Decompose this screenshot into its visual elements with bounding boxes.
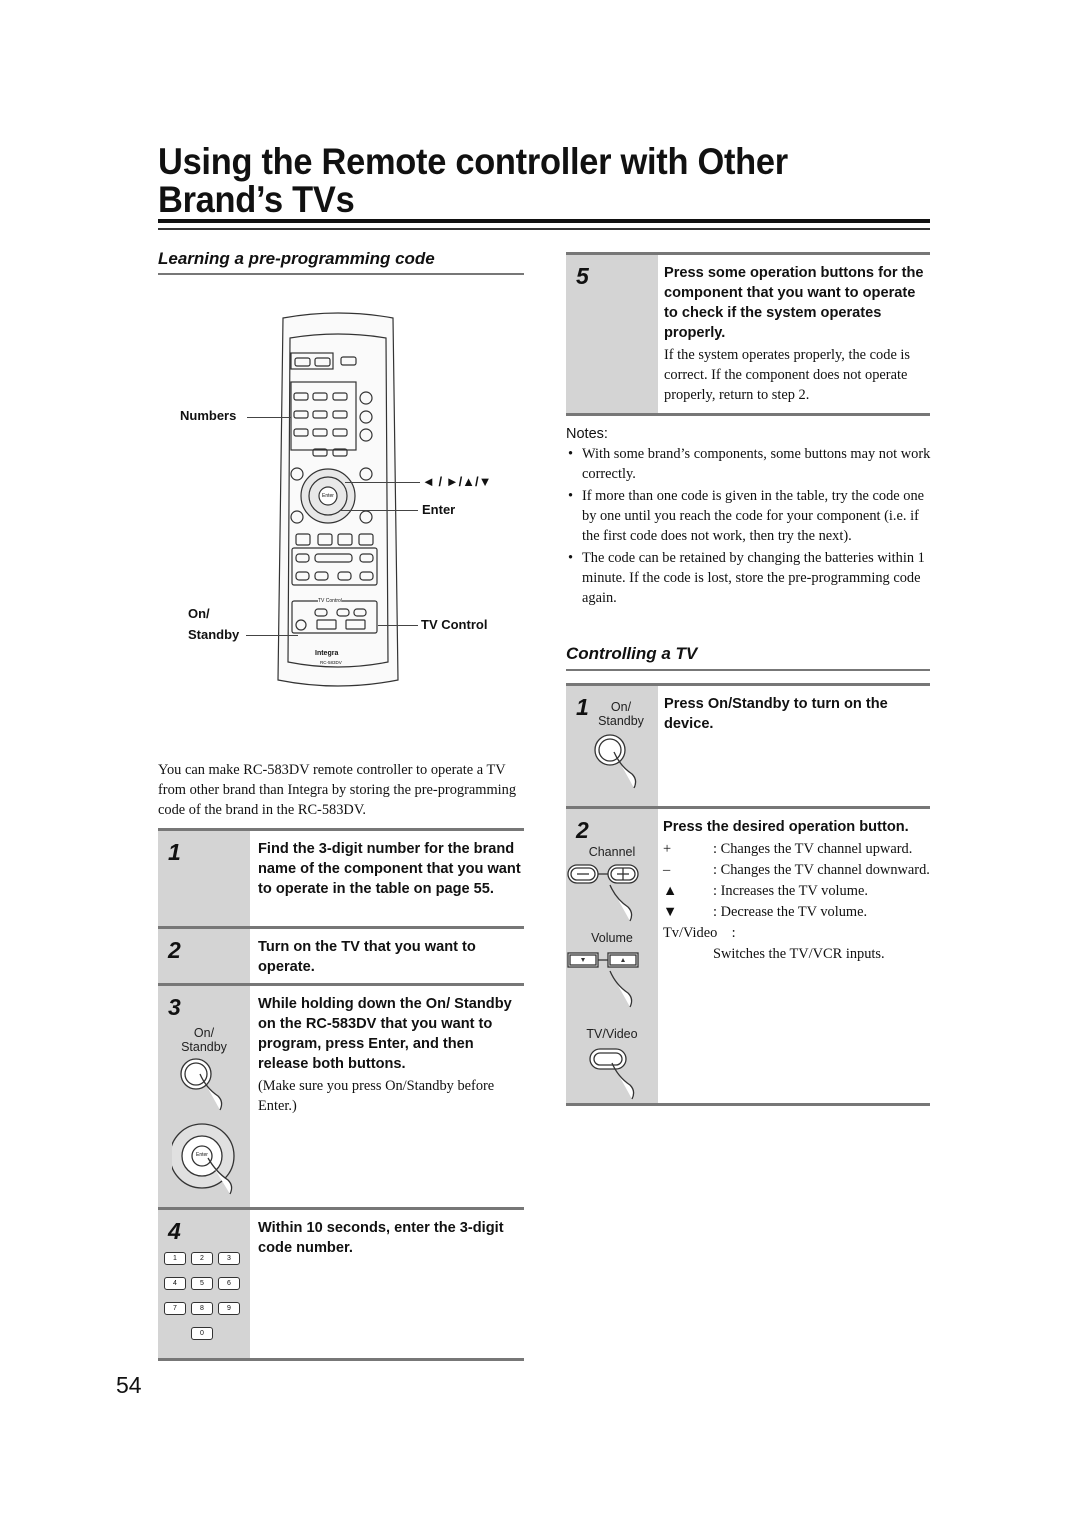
learning-step-3: 3 On/ Standby Enter While holding down t… <box>158 983 524 1209</box>
callout-numbers: Numbers <box>180 408 237 423</box>
definition-channel-down: – : Changes the TV channel downward. <box>663 860 930 881</box>
step-number: 1 <box>168 839 181 865</box>
section-rule-learning <box>158 273 524 275</box>
enter-label: Enter <box>196 1152 208 1158</box>
remote-enter-label: Enter <box>322 493 334 499</box>
definition-value: : Increases the TV volume. <box>713 883 868 899</box>
step-body: (Make sure you press On/Standby before E… <box>258 1078 495 1114</box>
definition-key: ▲ <box>663 883 678 899</box>
definition-key: + <box>663 841 672 857</box>
digit-key-8: 8 <box>191 1302 213 1315</box>
learning-step-4: 4 1234567890 Within 10 seconds, enter th… <box>158 1207 524 1361</box>
channel-buttons-illustration <box>567 864 639 922</box>
intro-paragraph: You can make RC-583DV remote controller … <box>158 762 517 818</box>
callout-enter: Enter <box>422 502 456 517</box>
digit-key-2: 2 <box>191 1252 213 1265</box>
callout-line-arrows <box>345 482 420 483</box>
definition-value: : Decrease the TV volume. <box>713 904 868 920</box>
step-title: Press On/Standby to turn on the device. <box>664 696 888 732</box>
step-title: While holding down the On/ Standby on th… <box>258 996 512 1072</box>
section-heading-controlling: Controlling a TV <box>566 644 698 663</box>
definition-value: Switches the TV/VCR inputs. <box>713 946 885 962</box>
controlling-step-2: 2 Channel Volume TV/Video Press the desi… <box>566 806 930 1106</box>
press-button-illustration <box>172 1058 235 1195</box>
digit-key-9: 9 <box>218 1302 240 1315</box>
step-number: 4 <box>168 1218 181 1244</box>
volume-label: Volume <box>591 931 633 945</box>
definition-key: – <box>663 862 671 878</box>
digit-key-5: 5 <box>191 1277 213 1290</box>
note-item: The code can be retained by changing the… <box>566 548 932 608</box>
note-item: With some brand’s components, some butto… <box>566 444 932 484</box>
definition-tv-video-key: Tv/Video : <box>663 923 930 944</box>
digit-key-0: 0 <box>191 1327 213 1340</box>
definition-volume-up: ▲ : Increases the TV volume. <box>663 881 930 902</box>
page-number: 54 <box>116 1372 142 1398</box>
step-body: If the system operates properly, the cod… <box>664 347 911 403</box>
volume-buttons-illustration <box>567 952 639 1008</box>
step-number: 5 <box>576 263 589 289</box>
callout-arrows: ◄ / ►/▲/▼ <box>422 474 492 489</box>
on-standby-press-icon <box>594 734 637 789</box>
callout-line-tv-control <box>378 625 418 626</box>
on-standby-label: On/ Standby <box>181 1026 227 1054</box>
callout-on-standby-1: On/ <box>188 606 210 621</box>
section-heading-learning: Learning a pre-programming code <box>158 249 435 268</box>
on-standby-label: On/ Standby <box>598 700 644 728</box>
note-item: If more than one code is given in the ta… <box>566 486 932 546</box>
definition-value: : Changes the TV channel downward. <box>713 862 930 878</box>
notes-title: Notes: <box>566 426 608 442</box>
learning-step-5: 5 Press some operation buttons for the c… <box>566 252 930 416</box>
controlling-step-1: 1 On/ Standby Press On/Standby to turn o… <box>566 683 930 808</box>
title-rule-thin <box>158 228 930 230</box>
remote-tv-control-label: TV Control <box>318 598 342 604</box>
step-title: Press the desired operation button. <box>663 819 909 835</box>
step-number: 3 <box>168 994 181 1020</box>
definition-channel-up: + : Changes the TV channel upward. <box>663 839 930 860</box>
step-number: 2 <box>168 937 181 963</box>
callout-on-standby-2: Standby <box>188 627 240 642</box>
title-rule-thick <box>158 219 930 223</box>
definition-volume-down: ▼ : Decrease the TV volume. <box>663 902 930 923</box>
callout-tv-control: TV Control <box>421 617 488 632</box>
step-number: 2 <box>576 817 589 843</box>
digit-key-4: 4 <box>164 1277 186 1290</box>
channel-label: Channel <box>588 845 636 859</box>
learning-step-2: 2 Turn on the TV that you want to operat… <box>158 926 524 985</box>
digit-key-7: 7 <box>164 1302 186 1315</box>
callout-line-enter <box>340 510 418 511</box>
callout-line-on-standby <box>246 635 298 636</box>
definition-value: : Changes the TV channel upward. <box>713 841 913 857</box>
tv-video-button-illustration <box>589 1048 635 1100</box>
step-title: Within 10 seconds, enter the 3-digit cod… <box>258 1220 504 1256</box>
notes: Notes: With some brand’s components, som… <box>566 424 932 610</box>
definition-key: ▼ <box>663 904 678 920</box>
digit-key-6: 6 <box>218 1277 240 1290</box>
digit-key-1: 1 <box>164 1252 186 1265</box>
remote-model-label: RC-583DV <box>320 660 342 665</box>
step-title: Press some operation buttons for the com… <box>664 265 924 341</box>
callout-line-numbers <box>247 417 291 418</box>
page-title: Using the Remote controller with Other B… <box>158 141 788 220</box>
step-title: Turn on the TV that you want to operate. <box>258 939 476 975</box>
learning-step-1: 1 Find the 3-digit number for the brand … <box>158 828 524 928</box>
tv-video-label: TV/Video <box>586 1027 638 1041</box>
definition-key: Tv/Video : <box>663 925 736 941</box>
digit-key-3: 3 <box>218 1252 240 1265</box>
section-rule-controlling <box>566 669 930 671</box>
step-number: 1 <box>576 694 589 720</box>
step-title: Find the 3-digit number for the brand na… <box>258 841 521 897</box>
remote-brand-label: Integra <box>315 650 339 657</box>
definition-tv-video: Switches the TV/VCR inputs. <box>663 944 930 965</box>
